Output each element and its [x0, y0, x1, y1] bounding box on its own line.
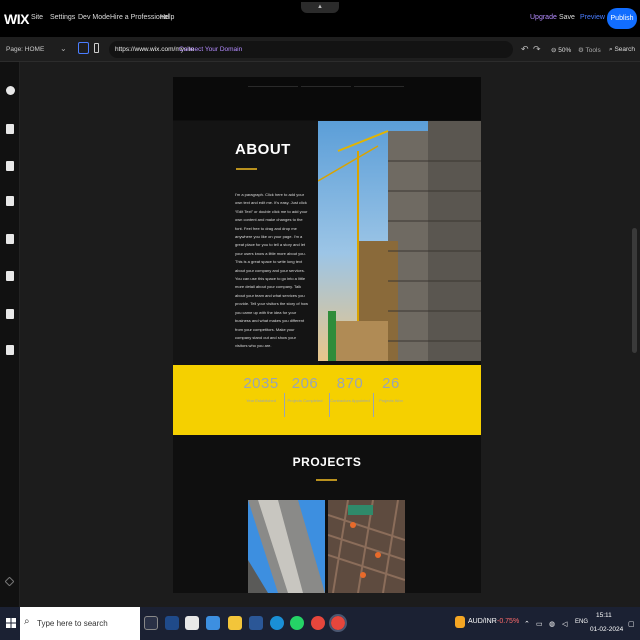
volume-icon[interactable]: ◁	[562, 620, 567, 628]
menu-dev-mode[interactable]: Dev Mode	[78, 14, 110, 21]
editor-sub-bar: Page: HOME ⌄ https://www.wix.com/mysite …	[0, 37, 640, 62]
fx-pair[interactable]: AUD/INR	[468, 618, 497, 625]
connect-domain-link[interactable]: Connect Your Domain	[179, 46, 242, 53]
header-segment	[301, 77, 351, 87]
zoom-level: 50%	[558, 47, 572, 54]
save-button[interactable]: Save	[559, 14, 575, 21]
publish-button[interactable]: Publish	[607, 8, 637, 29]
windows-taskbar: ⌕ Type here to search AUD/INR -0.75% ⌃ ▭…	[0, 607, 640, 640]
edge-icon[interactable]	[270, 616, 284, 630]
stock-widget-icon[interactable]	[455, 616, 465, 628]
project-image-bridge[interactable]	[248, 500, 325, 593]
zoom-control[interactable]: ⊖ 50%	[551, 46, 571, 54]
left-tool-rail	[0, 62, 20, 607]
menu-site[interactable]: Site	[31, 14, 43, 21]
header-strip	[173, 77, 481, 120]
language-indicator[interactable]: ENG	[575, 619, 588, 625]
about-divider	[236, 168, 257, 170]
stats-section[interactable]: 2035 Year Established 206 Projects Compl…	[173, 365, 481, 435]
word-icon[interactable]	[249, 616, 263, 630]
site-canvas[interactable]: ABOUT I'm a paragraph. Click here to add…	[173, 77, 481, 593]
chrome-active-icon[interactable]	[329, 614, 347, 632]
search-icon: ⌕	[24, 616, 30, 627]
construction-site-image[interactable]	[318, 121, 481, 361]
taskbar-search-placeholder: Type here to search	[37, 619, 108, 628]
layers-icon[interactable]	[4, 576, 15, 587]
app-icon[interactable]	[206, 616, 220, 630]
taskbar-search-box[interactable]: ⌕ Type here to search	[20, 607, 140, 640]
collapse-toolbar-button[interactable]: ▲	[301, 2, 339, 13]
windows-start-icon[interactable]	[6, 618, 16, 628]
tools-button[interactable]: ⚙ Tools	[578, 46, 601, 54]
page-selector[interactable]: Page: HOME	[6, 46, 44, 53]
business-tools-icon[interactable]	[6, 271, 14, 281]
undo-icon[interactable]: ↶	[521, 44, 529, 55]
preview-button[interactable]: Preview	[580, 14, 605, 21]
media-icon[interactable]	[6, 309, 14, 319]
add-apps-icon[interactable]	[6, 234, 14, 244]
network-icon[interactable]: ◍	[549, 620, 555, 628]
clock-date[interactable]: 01-02-2024	[590, 626, 623, 633]
battery-icon[interactable]: ▭	[536, 620, 543, 628]
whatsapp-icon[interactable]	[290, 616, 304, 630]
upgrade-link[interactable]: Upgrade	[530, 14, 557, 21]
stat-label: Projects Won	[379, 398, 403, 403]
wix-logo[interactable]: WIX	[4, 11, 29, 27]
about-title[interactable]: ABOUT	[235, 141, 291, 158]
site-design-icon[interactable]	[6, 196, 14, 206]
project-image-workers[interactable]	[328, 500, 405, 593]
projects-divider	[316, 479, 337, 481]
pages-menu-icon[interactable]	[6, 161, 14, 171]
vertical-scrollbar[interactable]	[632, 228, 637, 353]
about-paragraph[interactable]: I'm a paragraph. Click here to add your …	[235, 191, 309, 351]
header-segment	[354, 77, 404, 87]
desktop-view-icon[interactable]	[78, 42, 89, 54]
mobile-view-icon[interactable]	[94, 43, 99, 53]
redo-icon[interactable]: ↷	[533, 44, 541, 55]
menu-help[interactable]: Help	[160, 14, 174, 21]
add-elements-icon[interactable]	[6, 86, 15, 95]
file-explorer-icon[interactable]	[228, 616, 242, 630]
chevron-up-icon[interactable]: ⌃	[524, 620, 530, 628]
search-label: Search	[614, 46, 636, 53]
chrome-icon[interactable]	[311, 616, 325, 630]
url-bar: https://www.wix.com/mysite Connect Your …	[109, 41, 513, 58]
photoshop-icon[interactable]	[165, 616, 179, 630]
tools-label: Tools	[585, 47, 601, 54]
fx-change: -0.75%	[497, 618, 520, 625]
notifications-icon[interactable]: ▢	[628, 620, 635, 628]
chevron-down-icon[interactable]: ⌄	[60, 44, 67, 53]
stat-number: 26	[382, 375, 400, 392]
calculator-icon[interactable]	[185, 616, 199, 630]
menu-settings[interactable]: Settings	[50, 14, 75, 21]
editor-top-bar: WIX Site Settings Dev Mode Hire a Profes…	[0, 0, 640, 37]
task-view-icon[interactable]	[144, 616, 158, 630]
projects-title[interactable]: PROJECTS	[173, 455, 481, 469]
stat-projects-won: 26 Projects Won	[361, 375, 421, 404]
add-section-icon[interactable]	[6, 124, 14, 134]
cms-icon[interactable]	[6, 345, 14, 355]
header-segment	[248, 77, 298, 87]
search-button[interactable]: ⌕ Search	[609, 46, 635, 54]
about-section[interactable]: ABOUT I'm a paragraph. Click here to add…	[173, 121, 319, 366]
clock-time[interactable]: 15:11	[596, 612, 612, 619]
